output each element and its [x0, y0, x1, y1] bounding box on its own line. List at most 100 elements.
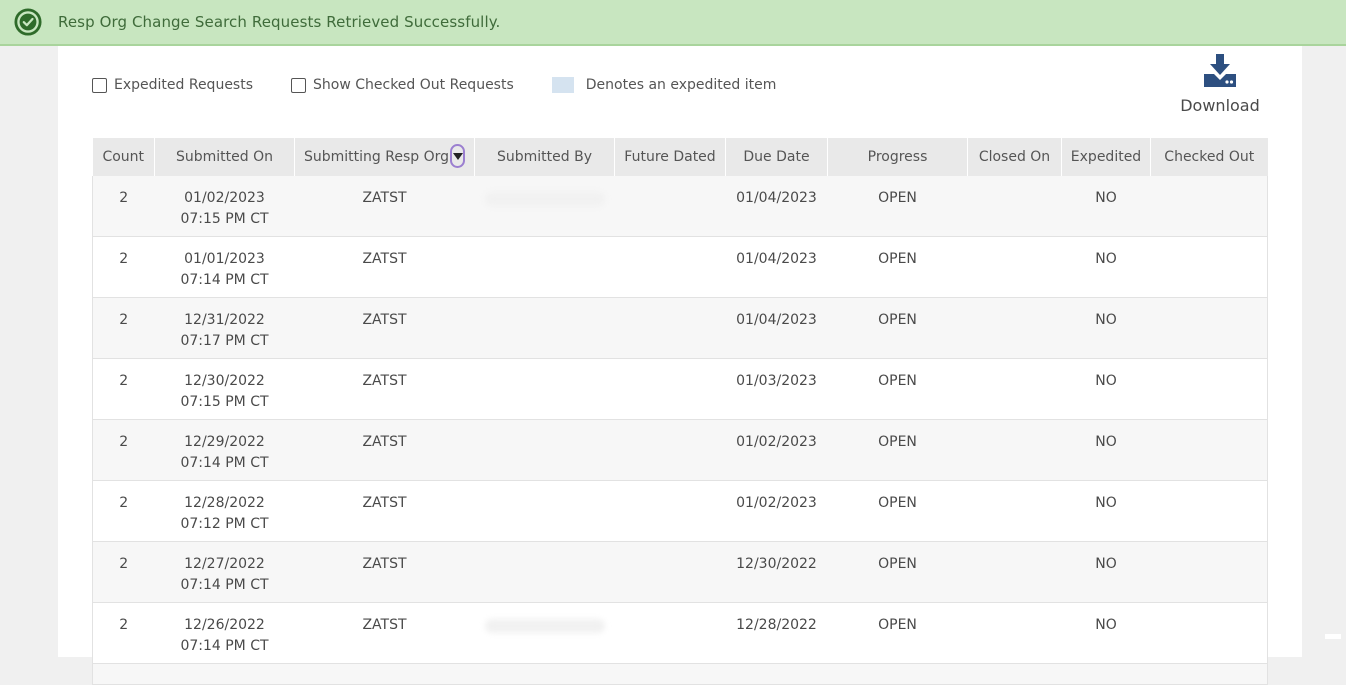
cell-due-date: 12/28/2022	[736, 617, 817, 633]
expedited-legend-label: Denotes an expedited item	[585, 77, 777, 93]
cell-expedited: NO	[1095, 434, 1117, 450]
cell-progress: OPEN	[878, 617, 917, 633]
cell-org: ZATST	[362, 556, 407, 572]
cell-progress: OPEN	[878, 190, 917, 206]
cell-closed-on	[968, 603, 1062, 664]
cell-future-dated	[615, 359, 726, 420]
cell-submitted-on: 12/29/2022 07:14 PM CT	[180, 434, 269, 471]
cell-progress: OPEN	[878, 373, 917, 389]
cell-checked-out	[1151, 298, 1268, 359]
cell-submitted-on: 01/02/2023 07:15 PM CT	[180, 190, 269, 227]
cell-due-date: 01/04/2023	[736, 251, 817, 267]
column-header-expedited[interactable]: Expedited	[1061, 138, 1151, 176]
column-header-closed-on[interactable]: Closed On	[967, 138, 1062, 176]
table-row[interactable]: 2 12/29/2022 07:14 PM CT ZATST 01/02/2023…	[92, 419, 1268, 481]
cell-checked-out	[1151, 237, 1268, 298]
cell-submitted-by	[475, 237, 615, 298]
cell-future-dated	[615, 542, 726, 603]
cell-progress: OPEN	[878, 251, 917, 267]
table-row[interactable]: 2 12/30/2022 07:15 PM CT ZATST 01/03/2023…	[92, 358, 1268, 420]
column-header-future-dated[interactable]: Future Dated	[614, 138, 726, 176]
cell-future-dated	[615, 237, 726, 298]
redacted-value	[484, 619, 605, 633]
cell-submitted-on: 01/01/2023 07:14 PM CT	[180, 251, 269, 288]
cell-org: ZATST	[362, 434, 407, 450]
table-row[interactable]: 2 12/28/2022 07:12 PM CT ZATST 01/02/2023…	[92, 480, 1268, 542]
expedited-legend-swatch	[551, 77, 574, 93]
sort-descending-icon[interactable]	[450, 144, 465, 168]
cell-expedited: NO	[1095, 495, 1117, 511]
cell-closed-on	[968, 237, 1062, 298]
success-banner: Resp Org Change Search Requests Retrieve…	[0, 0, 1346, 46]
cell-expedited: NO	[1095, 373, 1117, 389]
cell-checked-out	[1151, 603, 1268, 664]
cell-expedited: NO	[1095, 312, 1117, 328]
cell-closed-on	[968, 359, 1062, 420]
cell-due-date: 12/30/2022	[736, 556, 817, 572]
table-row[interactable]	[92, 663, 1268, 685]
column-header-count[interactable]: Count	[92, 138, 155, 176]
cell-submitted-on: 12/27/2022 07:14 PM CT	[180, 556, 269, 593]
cell-submitted-on: 12/26/2022 07:14 PM CT	[180, 617, 269, 654]
column-header-submitted-by[interactable]: Submitted By	[474, 138, 615, 176]
cell-expedited: NO	[1095, 190, 1117, 206]
cell-submitted-by	[475, 603, 615, 664]
scroll-indicator[interactable]	[1325, 634, 1341, 639]
checkbox-box[interactable]	[92, 77, 107, 93]
column-header-submitting-resp-org[interactable]: Submitting Resp Org	[294, 138, 475, 176]
show-checked-out-checkbox[interactable]: Show Checked Out Requests	[291, 77, 514, 93]
table-row[interactable]: 2 12/27/2022 07:14 PM CT ZATST 12/30/2022…	[92, 541, 1268, 603]
cell-submitted-on: 12/31/2022 07:17 PM CT	[180, 312, 269, 349]
cell-due-date: 01/04/2023	[736, 190, 817, 206]
expedited-requests-checkbox[interactable]: Expedited Requests	[92, 77, 253, 93]
redacted-value	[484, 192, 605, 206]
checkbox-box[interactable]	[291, 77, 307, 93]
cell-checked-out	[1151, 420, 1268, 481]
cell-expedited: NO	[1095, 251, 1117, 267]
banner-message: Resp Org Change Search Requests Retrieve…	[58, 13, 501, 31]
cell-closed-on	[968, 420, 1062, 481]
cell-closed-on	[968, 481, 1062, 542]
table-header-row: Count Submitted On Submitting Resp Org S…	[92, 138, 1268, 176]
expedited-requests-label: Expedited Requests	[114, 77, 254, 93]
show-checked-out-label: Show Checked Out Requests	[313, 77, 514, 93]
cell-future-dated	[615, 603, 726, 664]
column-header-progress[interactable]: Progress	[827, 138, 968, 176]
cell-org: ZATST	[362, 251, 407, 267]
cell-count: 2	[119, 556, 129, 572]
cell-closed-on	[968, 176, 1062, 237]
download-label: Download	[1180, 96, 1260, 115]
cell-due-date: 01/03/2023	[736, 373, 817, 389]
cell-checked-out	[1151, 359, 1268, 420]
cell-count: 2	[119, 617, 129, 633]
table-row[interactable]: 2 01/02/2023 07:15 PM CT ZATST 01/04/2023…	[92, 176, 1268, 237]
cell-due-date: 01/04/2023	[736, 312, 817, 328]
cell-count: 2	[119, 495, 129, 511]
cell-count: 2	[119, 190, 129, 206]
cell-expedited: NO	[1095, 617, 1117, 633]
table-row[interactable]: 2 12/26/2022 07:14 PM CT ZATST 12/28/2022…	[92, 602, 1268, 664]
cell-progress: OPEN	[878, 312, 917, 328]
check-circle-icon	[14, 8, 42, 36]
cell-count: 2	[119, 434, 129, 450]
cell-submitted-by	[475, 542, 615, 603]
table-row[interactable]: 2 01/01/2023 07:14 PM CT ZATST 01/04/2023…	[92, 236, 1268, 298]
cell-submitted-by	[475, 298, 615, 359]
cell-progress: OPEN	[878, 556, 917, 572]
table-row[interactable]: 2 12/31/2022 07:17 PM CT ZATST 01/04/2023…	[92, 297, 1268, 359]
download-button[interactable]: Download	[1175, 54, 1265, 118]
cell-checked-out	[1151, 542, 1268, 603]
cell-progress: OPEN	[878, 495, 917, 511]
cell-expedited: NO	[1095, 556, 1117, 572]
cell-checked-out	[1151, 481, 1268, 542]
column-header-checked-out[interactable]: Checked Out	[1150, 138, 1268, 176]
cell-org: ZATST	[362, 617, 407, 633]
column-header-due-date[interactable]: Due Date	[725, 138, 828, 176]
cell-future-dated	[615, 481, 726, 542]
cell-due-date: 01/02/2023	[736, 434, 817, 450]
cell-org: ZATST	[362, 312, 407, 328]
cell-submitted-by	[475, 420, 615, 481]
column-header-submitted-on[interactable]: Submitted On	[154, 138, 295, 176]
cell-count: 2	[119, 312, 129, 328]
cell-closed-on	[968, 542, 1062, 603]
